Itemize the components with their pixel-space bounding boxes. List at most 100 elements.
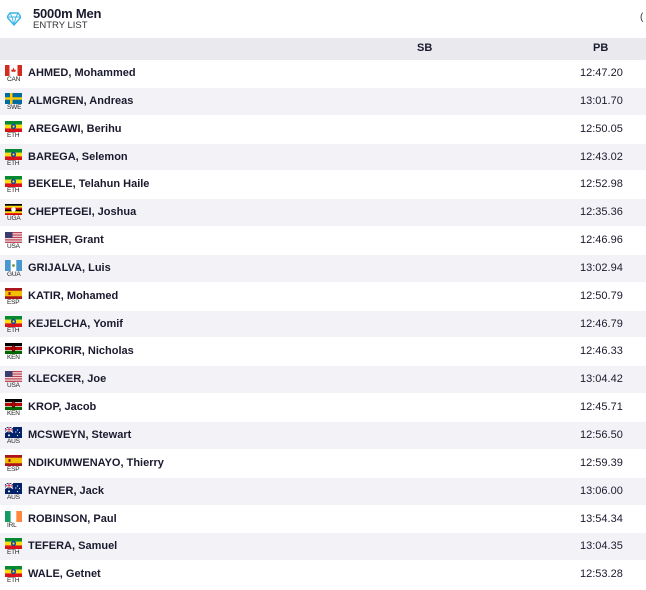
table-row[interactable]: IRL ROBINSON, Paul 13:54.34 [0, 505, 646, 534]
athlete-name[interactable]: NDIKUMWENAYO, Thierry [28, 457, 164, 469]
country-code: ETH [7, 159, 20, 167]
country-code: KEN [7, 354, 20, 362]
table-row[interactable]: CAN AHMED, Mohammed 12:47.20 [0, 60, 646, 88]
athlete-name[interactable]: ROBINSON, Paul [28, 513, 117, 525]
column-header-sb[interactable]: SB [417, 42, 432, 54]
athlete-name[interactable]: TEFERA, Samuel [28, 540, 117, 552]
event-subtitle: ENTRY LIST [33, 20, 88, 31]
flag-aus-icon [5, 482, 22, 494]
country-code: UGA [7, 215, 21, 223]
country-code: ETH [7, 326, 20, 334]
event-title: 5000m Men [33, 6, 102, 21]
country-code: ESP [7, 298, 20, 306]
flag-usa-icon [5, 371, 22, 383]
personal-best: 12:50.79 [580, 289, 623, 302]
flag-can-icon [5, 65, 22, 76]
athlete-name[interactable]: RAYNER, Jack [28, 485, 104, 497]
athlete-name[interactable]: CHEPTEGEI, Joshua [28, 206, 136, 218]
table-row[interactable]: SWE ALMGREN, Andreas 13:01.70 [0, 87, 646, 116]
personal-best: 12:46.79 [580, 317, 623, 330]
athlete-name[interactable]: KROP, Jacob [28, 401, 96, 413]
event-header: 5000m Men ENTRY LIST ( [0, 0, 646, 38]
personal-best: 12:46.33 [580, 345, 623, 358]
personal-best: 13:54.34 [580, 512, 623, 525]
personal-best: 13:04.35 [580, 540, 623, 553]
flag-uga-icon [5, 204, 22, 216]
flag-gua-icon [5, 259, 22, 271]
country-code: ETH [7, 131, 20, 139]
country-code: AUS [7, 493, 20, 501]
country-code: IRL [7, 521, 17, 529]
table-row[interactable]: AUS MCSWEYN, Stewart 12:56.50 [0, 421, 646, 450]
personal-best: 12:52.98 [580, 178, 623, 191]
table-row[interactable]: KEN KIPKORIR, Nicholas 12:46.33 [0, 338, 646, 367]
country-code: AUS [7, 437, 20, 445]
personal-best: 12:45.71 [580, 401, 623, 414]
athlete-name[interactable]: KEJELCHA, Yomif [28, 318, 123, 330]
country-code: KEN [7, 410, 20, 418]
personal-best: 12:56.50 [580, 428, 623, 441]
flag-irl-icon [5, 510, 22, 522]
table-row[interactable]: AUS RAYNER, Jack 13:06.00 [0, 477, 646, 506]
athlete-name[interactable]: MCSWEYN, Stewart [28, 429, 131, 441]
athlete-name[interactable]: AHMED, Mohammed [28, 67, 136, 79]
athlete-name[interactable]: KIPKORIR, Nicholas [28, 345, 134, 357]
personal-best: 12:43.02 [580, 150, 623, 163]
table-row[interactable]: ETH KEJELCHA, Yomif 12:46.79 [0, 310, 646, 339]
table-row[interactable]: KEN KROP, Jacob 12:45.71 [0, 394, 646, 422]
table-row[interactable]: UGA CHEPTEGEI, Joshua 12:35.36 [0, 199, 646, 228]
athlete-name[interactable]: WALE, Getnet [28, 568, 101, 580]
flag-eth-icon [5, 120, 22, 132]
country-code: CAN [7, 76, 21, 83]
personal-best: 13:02.94 [580, 261, 623, 274]
personal-best: 13:01.70 [580, 94, 623, 107]
personal-best: 13:04.42 [580, 373, 623, 386]
flag-ken-icon [5, 399, 22, 411]
table-row[interactable]: ESP NDIKUMWENAYO, Thierry 12:59.39 [0, 449, 646, 478]
athlete-name[interactable]: AREGAWI, Berihu [28, 123, 122, 135]
flag-usa-icon [5, 232, 22, 244]
flag-aus-icon [5, 426, 22, 438]
table-row[interactable]: USA FISHER, Grant 12:46.96 [0, 227, 646, 255]
flag-eth-icon [5, 176, 22, 188]
entry-list: CAN AHMED, Mohammed 12:47.20 SWE ALMGREN, An… [0, 60, 646, 590]
country-code: USA [7, 243, 20, 251]
athlete-name[interactable]: FISHER, Grant [28, 234, 104, 246]
country-code: ESP [7, 465, 20, 473]
personal-best: 12:53.28 [580, 568, 623, 581]
personal-best: 12:50.05 [580, 122, 623, 135]
table-row[interactable]: ETH BEKELE, Telahun Haile 12:52.98 [0, 171, 646, 200]
flag-esp-icon [5, 454, 22, 466]
personal-best: 12:35.36 [580, 206, 623, 219]
flag-eth-icon [5, 538, 22, 550]
table-row[interactable]: ETH AREGAWI, Berihu 12:50.05 [0, 115, 646, 144]
country-code: ETH [7, 187, 20, 195]
personal-best: 12:47.20 [580, 67, 623, 79]
flag-eth-icon [5, 148, 22, 160]
country-code: USA [7, 382, 20, 390]
table-row[interactable]: USA KLECKER, Joe 13:04.42 [0, 366, 646, 395]
flag-esp-icon [5, 287, 22, 299]
table-row[interactable]: ETH WALE, Getnet 12:53.28 [0, 561, 646, 590]
athlete-name[interactable]: ALMGREN, Andreas [28, 95, 133, 107]
country-code: SWE [7, 103, 22, 111]
table-row[interactable]: ETH BAREGA, Selemon 12:43.02 [0, 143, 646, 172]
athlete-name[interactable]: KATIR, Mohamed [28, 290, 118, 302]
personal-best: 12:59.39 [580, 456, 623, 469]
athlete-name[interactable]: KLECKER, Joe [28, 373, 106, 385]
country-code: GUA [7, 270, 21, 278]
flag-eth-icon [5, 315, 22, 327]
flag-eth-icon [5, 566, 22, 578]
table-header: SB PB [0, 38, 646, 60]
country-code: ETH [7, 549, 20, 557]
athlete-name[interactable]: GRIJALVA, Luis [28, 262, 111, 274]
table-row[interactable]: GUA GRIJALVA, Luis 13:02.94 [0, 254, 646, 283]
table-row[interactable]: ESP KATIR, Mohamed 12:50.79 [0, 282, 646, 311]
column-header-pb[interactable]: PB [593, 42, 608, 54]
personal-best: 12:46.96 [580, 234, 623, 247]
athlete-name[interactable]: BEKELE, Telahun Haile [28, 178, 149, 190]
athlete-name[interactable]: BAREGA, Selemon [28, 151, 128, 163]
country-code: ETH [7, 577, 20, 585]
flag-ken-icon [5, 343, 22, 355]
table-row[interactable]: ETH TEFERA, Samuel 13:04.35 [0, 533, 646, 562]
